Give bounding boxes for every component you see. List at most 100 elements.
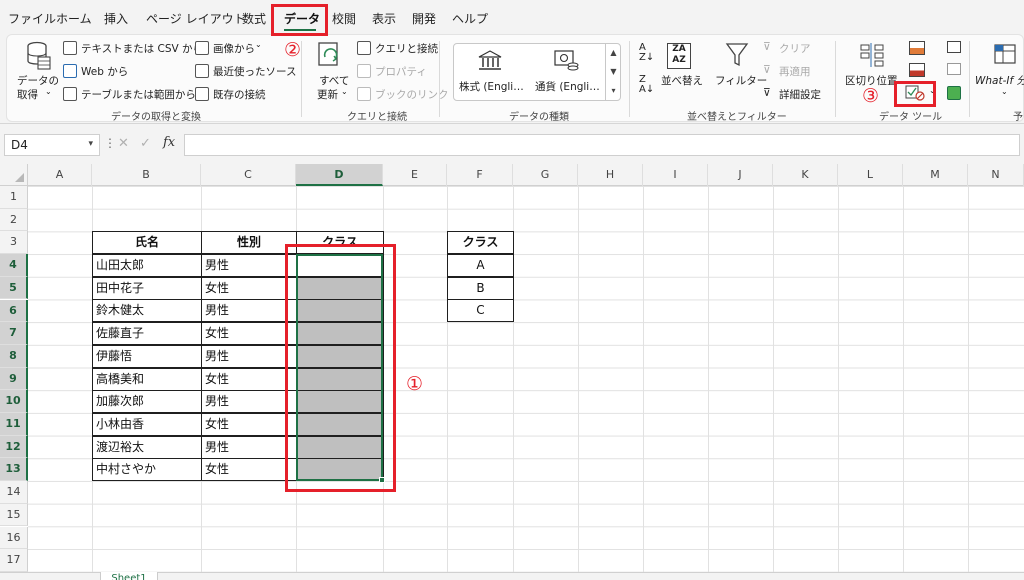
text-to-columns-icon[interactable]	[859, 41, 885, 69]
clear-button[interactable]: クリア	[779, 41, 811, 56]
chevron-down-icon[interactable]: ⌄	[341, 87, 348, 96]
class-list-item[interactable]: A	[447, 254, 514, 277]
cell-gender[interactable]: 女性	[201, 322, 297, 346]
class-list-item[interactable]: B	[447, 276, 514, 300]
cell-name[interactable]: 田中花子	[92, 276, 202, 300]
gallery-more-icon[interactable]: ▾	[606, 81, 621, 100]
class-list-header[interactable]: クラス	[447, 231, 514, 254]
refresh-all-label-1[interactable]: すべて	[319, 73, 349, 88]
cancel-icon[interactable]: ✕	[118, 136, 129, 151]
what-if-button[interactable]: What-If 分	[975, 73, 1024, 88]
cell-class[interactable]	[296, 276, 384, 300]
cell-gender[interactable]: 女性	[201, 276, 297, 300]
cell-gender[interactable]: 男性	[201, 254, 297, 277]
chevron-down-icon[interactable]: ⌄	[45, 87, 52, 96]
column-header-d[interactable]: D	[296, 164, 383, 186]
relationships-icon[interactable]	[947, 63, 961, 75]
remove-duplicates-icon[interactable]	[909, 63, 925, 77]
cell-name[interactable]: 鈴木健太	[92, 299, 202, 323]
recent-sources-button[interactable]: 最近使ったソース	[213, 64, 296, 79]
cell-gender[interactable]: 女性	[201, 458, 297, 482]
column-header-m[interactable]: M	[903, 164, 968, 186]
cell-name[interactable]: 高橋美和	[92, 367, 202, 391]
menu-page-layout[interactable]: ページ レイアウト	[146, 10, 246, 27]
row-header-10[interactable]: 10	[0, 390, 28, 413]
consolidate-icon[interactable]	[947, 41, 961, 53]
gallery-scroll[interactable]: ▲ ▼ ▾	[605, 43, 621, 101]
cell-class[interactable]	[296, 458, 384, 482]
cell-name[interactable]: 小林由香	[92, 412, 202, 436]
menu-file[interactable]: ファイル	[8, 10, 56, 27]
column-header-a[interactable]: A	[28, 164, 92, 186]
header-class[interactable]: クラス	[296, 231, 384, 254]
row-header-11[interactable]: 11	[0, 413, 28, 436]
sort-descending-icon[interactable]: Z A↓	[639, 75, 654, 95]
filter-button[interactable]: フィルター	[715, 73, 767, 88]
chevron-down-icon[interactable]: ▼	[606, 62, 621, 81]
header-name[interactable]: 氏名	[92, 231, 202, 254]
properties-button[interactable]: プロパティ	[375, 64, 427, 79]
filter-icon[interactable]	[725, 41, 749, 69]
cell-gender[interactable]: 女性	[201, 412, 297, 436]
formula-input[interactable]	[184, 134, 1020, 156]
data-validation-icon[interactable]	[905, 85, 925, 101]
cell-class[interactable]	[296, 435, 384, 459]
cell-name[interactable]: 加藤次郎	[92, 390, 202, 414]
edit-links-button[interactable]: ブックのリンク	[375, 87, 449, 102]
row-header-14[interactable]: 14	[0, 481, 28, 504]
name-box[interactable]: D4 ▾	[4, 134, 100, 156]
row-header-5[interactable]: 5	[0, 276, 28, 300]
cell-name[interactable]: 中村さやか	[92, 458, 202, 482]
reapply-button[interactable]: 再適用	[779, 64, 811, 79]
cell-class[interactable]	[296, 367, 384, 391]
queries-connections-button[interactable]: クエリと接続	[375, 41, 438, 56]
chevron-up-icon[interactable]: ▲	[606, 43, 621, 62]
menu-data[interactable]: データ	[284, 10, 320, 27]
row-header-15[interactable]: 15	[0, 503, 28, 527]
cell-class[interactable]	[296, 390, 384, 414]
from-picture-button[interactable]: 画像から	[213, 41, 255, 56]
row-header-16[interactable]: 16	[0, 526, 28, 550]
class-list-item[interactable]: C	[447, 299, 514, 323]
menu-help[interactable]: ヘルプ	[452, 10, 488, 27]
row-header-9[interactable]: 9	[0, 367, 28, 391]
advanced-button[interactable]: 詳細設定	[779, 87, 821, 102]
row-header-6[interactable]: 6	[0, 299, 28, 323]
sheet-tab[interactable]: Sheet1	[100, 572, 158, 580]
column-header-l[interactable]: L	[838, 164, 903, 186]
cell-name[interactable]: 渡辺裕太	[92, 435, 202, 459]
row-header-8[interactable]: 8	[0, 344, 28, 368]
cell-name[interactable]: 佐藤直子	[92, 322, 202, 346]
column-header-c[interactable]: C	[201, 164, 296, 186]
menu-formulas[interactable]: 数式	[242, 10, 266, 27]
refresh-all-label-2[interactable]: 更新	[317, 87, 338, 102]
from-table-button[interactable]: テーブルまたは範囲から	[81, 87, 196, 102]
row-header-17[interactable]: 17	[0, 549, 28, 572]
chevron-down-icon[interactable]: ⌄	[1001, 87, 1008, 96]
menu-home[interactable]: ホーム	[56, 10, 92, 27]
database-icon[interactable]	[25, 41, 51, 71]
stocks-button[interactable]: 株式 (Engli…	[459, 79, 524, 94]
get-data-label-2[interactable]: 取得	[17, 87, 38, 102]
column-header-k[interactable]: K	[773, 164, 838, 186]
cell-gender[interactable]: 男性	[201, 435, 297, 459]
refresh-all-icon[interactable]	[317, 41, 343, 69]
row-header-3[interactable]: 3	[0, 231, 28, 255]
cell-gender[interactable]: 男性	[201, 299, 297, 323]
check-icon[interactable]: ✓	[140, 136, 151, 151]
row-header-1[interactable]: 1	[0, 186, 28, 209]
select-all-button[interactable]	[0, 164, 28, 186]
chevron-down-icon[interactable]: ⌄	[255, 40, 262, 49]
menu-developer[interactable]: 開発	[412, 10, 436, 27]
menu-review[interactable]: 校閲	[332, 10, 356, 27]
cell-gender[interactable]: 女性	[201, 367, 297, 391]
cell-gender[interactable]: 男性	[201, 390, 297, 414]
column-header-n[interactable]: N	[968, 164, 1024, 186]
menu-view[interactable]: 表示	[372, 10, 396, 27]
from-web-button[interactable]: Web から	[81, 64, 128, 79]
column-header-e[interactable]: E	[383, 164, 447, 186]
cell-name[interactable]: 伊藤悟	[92, 344, 202, 368]
column-header-j[interactable]: J	[708, 164, 773, 186]
more-options-icon[interactable]: ⋮	[104, 136, 116, 150]
column-header-b[interactable]: B	[92, 164, 201, 186]
